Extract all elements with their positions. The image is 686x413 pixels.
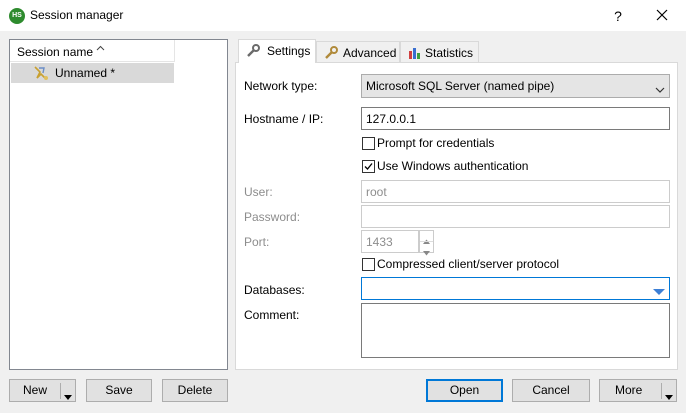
session-item-unnamed[interactable]: Unnamed * (11, 63, 174, 83)
wrench-icon (245, 43, 261, 59)
tab-advanced[interactable]: Advanced (316, 41, 400, 63)
password-input[interactable] (361, 205, 670, 228)
new-button-label: New (23, 383, 48, 397)
app-logo-icon: HS (9, 8, 25, 24)
prompt-credentials-label: Prompt for credentials (377, 136, 495, 150)
hostname-value: 127.0.0.1 (366, 112, 417, 126)
save-button[interactable]: Save (86, 379, 152, 402)
session-item-label: Unnamed * (55, 66, 116, 80)
chevron-down-icon (655, 83, 665, 97)
delete-button[interactable]: Delete (162, 379, 228, 402)
window-title: Session manager (30, 8, 124, 22)
dropdown-arrow-icon[interactable] (63, 387, 73, 408)
network-type-select[interactable]: Microsoft SQL Server (named pipe) (361, 74, 670, 98)
comment-textarea[interactable] (361, 303, 670, 358)
port-value: 1433 (366, 235, 393, 249)
dropdown-arrow-icon[interactable] (653, 285, 665, 299)
close-button[interactable] (651, 4, 673, 26)
tab-settings-label: Settings (267, 44, 311, 58)
open-button[interactable]: Open (426, 379, 503, 402)
tab-advanced-label: Advanced (343, 46, 397, 60)
databases-label: Databases: (244, 283, 305, 297)
user-label: User: (244, 185, 273, 199)
split-separator (60, 383, 61, 399)
tab-settings[interactable]: Settings (238, 39, 316, 63)
session-icon (32, 65, 50, 81)
port-label: Port: (244, 235, 270, 249)
column-header-session-name[interactable]: Session name (10, 40, 175, 62)
wrench-icon (323, 45, 339, 61)
user-input[interactable]: root (361, 180, 670, 203)
help-button[interactable]: ? (608, 6, 628, 26)
bar-chart-icon (407, 45, 423, 61)
network-type-value: Microsoft SQL Server (named pipe) (366, 79, 555, 93)
checkmark-icon (364, 163, 373, 170)
hostname-input[interactable]: 127.0.0.1 (361, 107, 670, 130)
dropdown-arrow-icon[interactable] (664, 387, 674, 408)
session-tree[interactable]: Session name Unnamed * (9, 39, 228, 370)
compressed-protocol-checkbox[interactable] (362, 258, 375, 271)
more-button-label: More (615, 383, 643, 397)
databases-combobox[interactable] (361, 277, 670, 300)
compressed-protocol-label: Compressed client/server protocol (377, 257, 560, 271)
column-header-label: Session name (17, 45, 94, 59)
close-icon (656, 9, 668, 21)
cancel-button[interactable]: Cancel (512, 379, 590, 402)
split-separator (661, 383, 662, 399)
windows-auth-checkbox[interactable] (362, 160, 375, 173)
new-session-button[interactable]: New (9, 379, 76, 402)
port-spinner[interactable] (419, 230, 434, 256)
password-label: Password: (244, 210, 301, 224)
spinner-divider (420, 241, 433, 242)
user-value: root (366, 185, 387, 199)
network-type-label: Network type: (244, 79, 318, 93)
title-bar: HS Session manager ? (0, 0, 686, 31)
sort-ascending-icon (96, 44, 105, 55)
comment-label: Comment: (244, 308, 300, 322)
port-input[interactable]: 1433 (361, 230, 419, 253)
prompt-credentials-checkbox[interactable] (362, 137, 375, 150)
tab-statistics-label: Statistics (425, 46, 474, 60)
windows-auth-label: Use Windows authentication (377, 159, 529, 173)
more-button[interactable]: More (599, 379, 677, 402)
hostname-label: Hostname / IP: (244, 112, 324, 126)
tab-statistics[interactable]: Statistics (400, 41, 479, 63)
